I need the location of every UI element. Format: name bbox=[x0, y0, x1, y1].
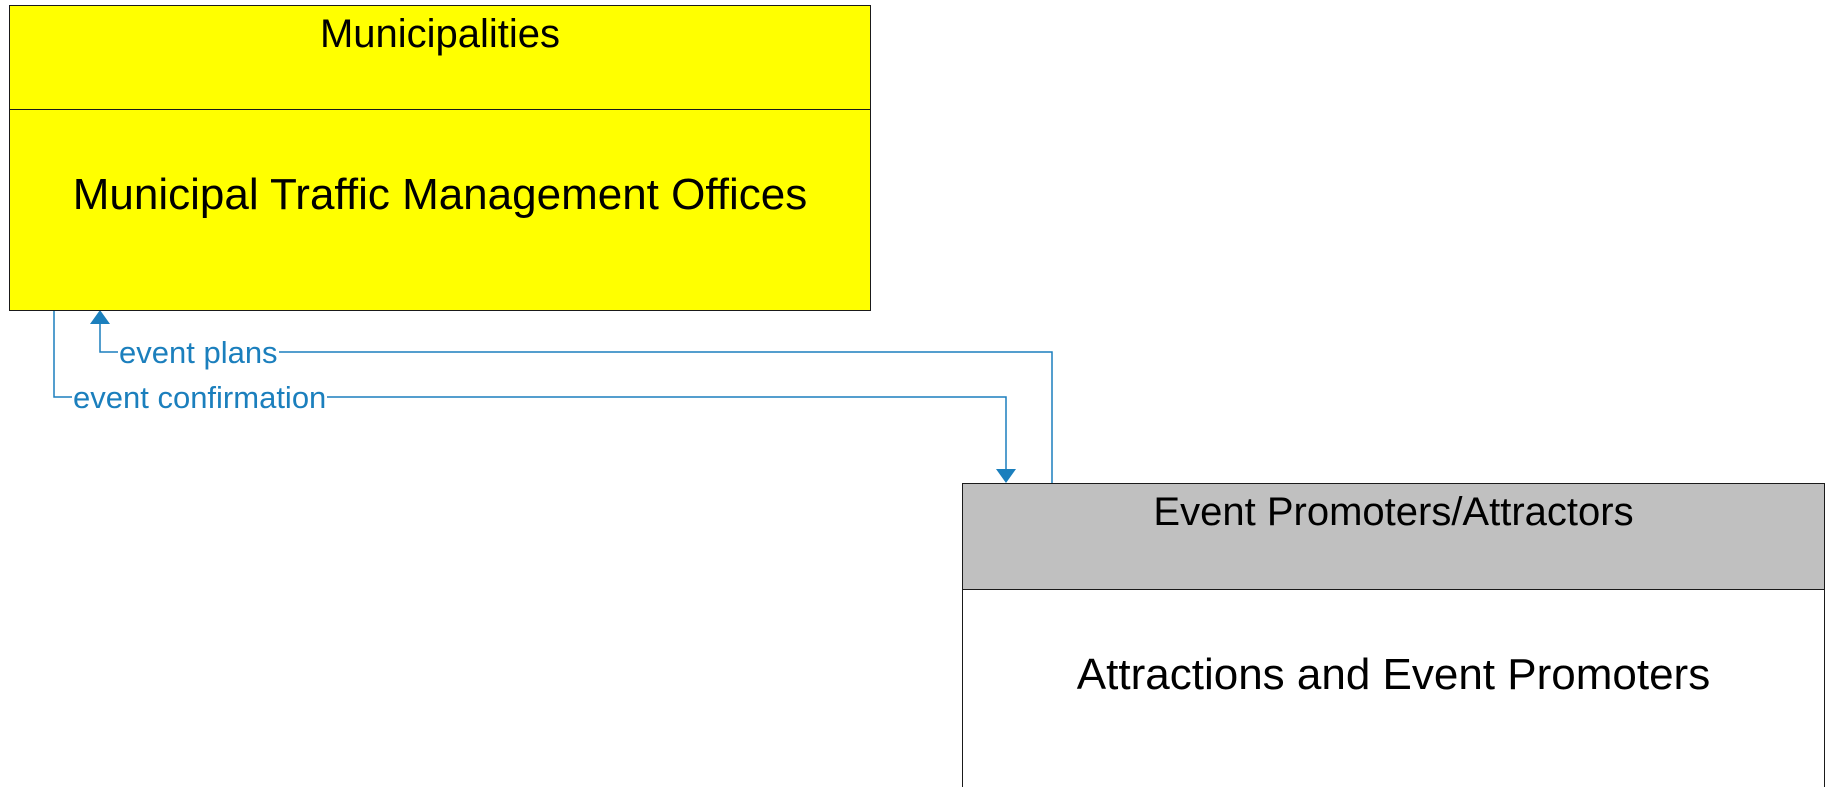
node-municipal-traffic-management-offices[interactable]: Municipalities Municipal Traffic Managem… bbox=[9, 5, 871, 311]
arrowhead-event-plans bbox=[90, 310, 110, 324]
node-element-name: Municipal Traffic Management Offices bbox=[72, 170, 808, 219]
node-group-header: Event Promoters/Attractors bbox=[963, 484, 1824, 590]
node-element-name: Attractions and Event Promoters bbox=[1076, 650, 1711, 699]
arrowhead-event-confirmation bbox=[996, 469, 1016, 483]
node-group-header: Municipalities bbox=[10, 6, 870, 110]
flow-label-event-confirmation: event confirmation bbox=[72, 380, 328, 415]
flow-label-event-plans: event plans bbox=[118, 335, 279, 370]
node-attractions-and-event-promoters[interactable]: Event Promoters/Attractors Attractions a… bbox=[962, 483, 1825, 787]
